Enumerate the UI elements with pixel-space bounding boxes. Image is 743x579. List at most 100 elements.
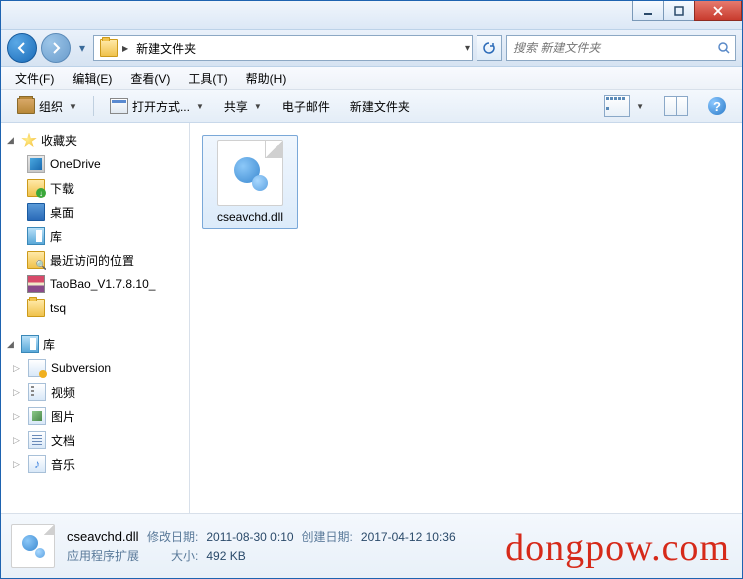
app-icon [110,98,128,114]
details-filetype: 应用程序扩展 [67,547,139,564]
details-filename: cseavchd.dll [67,529,139,544]
file-thumbnail [11,524,55,568]
music-icon [28,455,46,473]
created-value: 2017-04-12 10:36 [361,530,456,544]
refresh-button[interactable] [477,35,502,61]
view-options-button[interactable]: ▼ [596,91,652,121]
explorer-window: ▾ ▶ 新建文件夹 ▾ 文件(F) 编辑(E) 查看(V) 工具(T) 帮助(H… [0,0,743,579]
close-button[interactable] [694,1,742,21]
forward-button[interactable] [41,33,71,63]
history-dropdown[interactable]: ▾ [75,41,89,55]
favorites-header[interactable]: ◢收藏夹 [1,129,189,152]
desktop-icon [27,203,45,221]
libraries-header[interactable]: ◢库 [1,332,189,356]
back-button[interactable] [7,33,37,63]
toolbar: 组织▼ 打开方式...▼ 共享▼ 电子邮件 新建文件夹 ▼ ? [1,90,742,123]
navigation-pane[interactable]: ◢收藏夹 OneDrive 下载 桌面 库 最近访问的位置 TaoBao_V1.… [1,123,190,513]
open-with-button[interactable]: 打开方式...▼ [102,94,212,119]
star-icon [21,133,37,149]
size-label: 大小: [147,547,198,564]
file-name-label: cseavchd.dll [217,210,283,224]
breadcrumb-label: 新建文件夹 [136,40,196,57]
body: ◢收藏夹 OneDrive 下载 桌面 库 最近访问的位置 TaoBao_V1.… [1,123,742,513]
menu-edit[interactable]: 编辑(E) [64,68,120,89]
search-box[interactable] [506,35,736,61]
dll-file-icon [217,140,283,206]
modified-label: 修改日期: [147,528,198,545]
nav-bar: ▾ ▶ 新建文件夹 ▾ [1,30,742,67]
menu-view[interactable]: 查看(V) [122,68,178,89]
separator [93,96,94,116]
menu-help[interactable]: 帮助(H) [238,68,295,89]
new-folder-button[interactable]: 新建文件夹 [342,94,418,119]
chevron-down-icon: ▼ [254,102,262,111]
folder-icon [100,39,118,57]
collapse-icon: ◢ [7,339,17,350]
sidebar-item-desktop[interactable]: 桌面 [1,200,189,224]
help-icon: ? [708,97,726,115]
gear-icon [232,155,268,191]
view-icon [604,95,630,117]
library-icon [21,335,39,353]
share-button[interactable]: 共享▼ [216,94,270,119]
expand-icon[interactable]: ▷ [13,387,23,398]
pictures-icon [28,407,46,425]
address-dropdown[interactable]: ▾ [465,43,470,54]
chevron-down-icon: ▼ [69,102,77,111]
breadcrumb-root[interactable]: ▶ [96,37,132,59]
favorites-group: ◢收藏夹 OneDrive 下载 桌面 库 最近访问的位置 TaoBao_V1.… [1,129,189,320]
sidebar-item-taobao[interactable]: TaoBao_V1.7.8.10_ [1,272,189,296]
menu-tools[interactable]: 工具(T) [180,68,235,89]
created-label: 创建日期: [302,528,353,545]
search-icon [717,41,731,55]
recent-icon [27,251,45,269]
onedrive-icon [27,155,45,173]
size-value: 492 KB [206,549,293,563]
expand-icon[interactable]: ▷ [13,435,23,446]
details-pane: cseavchd.dll 修改日期: 2011-08-30 0:10 创建日期:… [1,513,742,578]
expand-icon[interactable]: ▷ [13,459,23,470]
collapse-icon: ◢ [7,135,17,146]
maximize-button[interactable] [663,1,695,21]
documents-icon [28,431,46,449]
chevron-down-icon: ▼ [196,102,204,111]
sidebar-item-music[interactable]: ▷音乐 [1,452,189,476]
sidebar-item-libraries-fav[interactable]: 库 [1,224,189,248]
address-bar[interactable]: ▶ 新建文件夹 ▾ [93,35,473,61]
preview-pane-icon [664,96,688,116]
titlebar[interactable] [1,1,742,30]
email-button[interactable]: 电子邮件 [274,94,338,119]
libraries-group: ◢库 ▷Subversion ▷视频 ▷图片 ▷文档 ▷音乐 [1,332,189,476]
menu-bar: 文件(F) 编辑(E) 查看(V) 工具(T) 帮助(H) [1,67,742,90]
sidebar-item-onedrive[interactable]: OneDrive [1,152,189,176]
menu-file[interactable]: 文件(F) [7,68,62,89]
sidebar-item-pictures[interactable]: ▷图片 [1,404,189,428]
folder-icon [27,299,45,317]
sidebar-item-downloads[interactable]: 下载 [1,176,189,200]
sidebar-item-documents[interactable]: ▷文档 [1,428,189,452]
preview-pane-button[interactable] [656,92,696,120]
expand-icon[interactable]: ▷ [13,411,23,422]
file-details: cseavchd.dll 修改日期: 2011-08-30 0:10 创建日期:… [67,528,456,564]
sidebar-item-subversion[interactable]: ▷Subversion [1,356,189,380]
help-button[interactable]: ? [700,93,734,119]
sidebar-item-recent[interactable]: 最近访问的位置 [1,248,189,272]
file-list[interactable]: cseavchd.dll [190,123,742,513]
expand-icon[interactable]: ▷ [13,363,23,374]
modified-value: 2011-08-30 0:10 [206,530,293,544]
subversion-icon [28,359,46,377]
sidebar-item-tsq[interactable]: tsq [1,296,189,320]
file-item-selected[interactable]: cseavchd.dll [202,135,298,229]
gear-icon [21,534,45,558]
chevron-down-icon: ▼ [636,102,644,111]
videos-icon [28,383,46,401]
sidebar-item-videos[interactable]: ▷视频 [1,380,189,404]
archive-icon [27,275,45,293]
breadcrumb-current[interactable]: 新建文件夹 [132,38,200,59]
chevron-right-icon: ▶ [122,44,128,53]
minimize-button[interactable] [632,1,664,21]
search-input[interactable] [511,40,717,56]
organize-icon [17,98,35,114]
downloads-icon [27,179,45,197]
organize-button[interactable]: 组织▼ [9,94,85,119]
